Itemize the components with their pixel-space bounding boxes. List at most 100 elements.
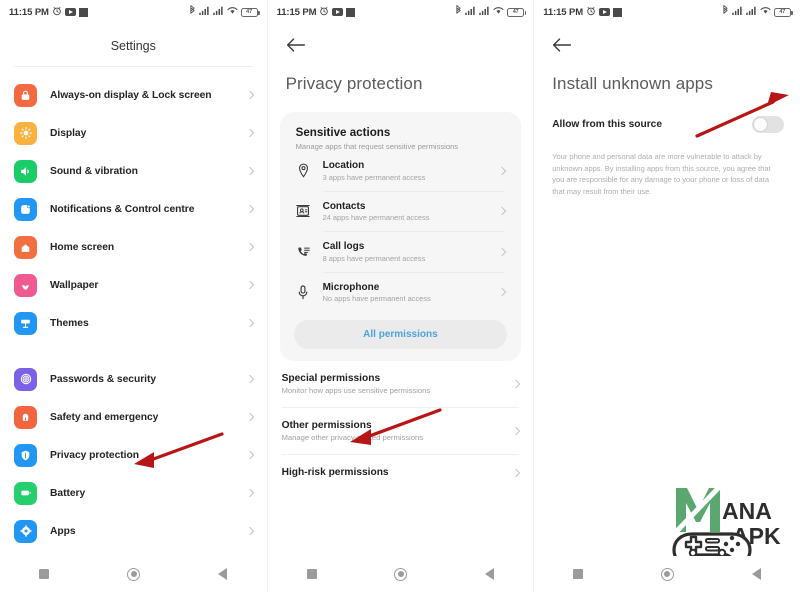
warning-text: Your phone and personal data are more vu…	[552, 152, 771, 196]
panel-install-unknown-apps: 11:15 PM 47 Install unknown apps Allow f…	[533, 0, 800, 592]
section-other-permissions[interactable]: Other permissions Manage other privacy-r…	[268, 408, 534, 454]
bluetooth-icon	[722, 5, 729, 19]
chevron-right-icon	[245, 90, 254, 100]
chevron-right-icon	[511, 426, 521, 436]
sidebar-item-notifications[interactable]: Notifications & Control centre	[0, 190, 267, 228]
section-subtitle: Monitor how apps use sensitive permissio…	[281, 386, 431, 395]
sidebar-item-wallpaper[interactable]: Wallpaper	[0, 266, 267, 304]
sidebar-item-privacy-protection[interactable]: Privacy protection	[0, 436, 267, 474]
chevron-right-icon	[245, 488, 254, 498]
sidebar-item-label: Notifications & Control centre	[50, 203, 195, 215]
wifi-icon	[760, 6, 771, 18]
chevron-right-icon	[245, 412, 254, 422]
permission-title: Location	[322, 160, 365, 171]
microphone-icon	[296, 285, 311, 300]
permission-subtitle: 3 apps have permanent access	[322, 172, 426, 182]
permission-title: Microphone	[322, 281, 380, 293]
section-title: Other permissions	[281, 420, 372, 431]
back-button[interactable]	[534, 24, 800, 58]
chevron-right-icon	[511, 379, 521, 389]
navigation-bar	[0, 556, 267, 592]
fingerprint-icon	[14, 367, 37, 391]
chevron-right-icon	[245, 242, 254, 252]
status-bar-left: 11:15 PM	[9, 6, 88, 19]
status-bar-right: 47	[189, 5, 260, 19]
panel-settings: 11:15 PM 47 Settings Always-on display &…	[0, 0, 267, 592]
all-permissions-button[interactable]: All permissions	[293, 320, 508, 349]
apps-gear-icon	[14, 519, 37, 543]
alarm-icon	[586, 6, 596, 19]
video-icon	[332, 8, 344, 16]
sidebar-item-apps[interactable]: Apps	[0, 512, 267, 550]
wallpaper-icon	[14, 273, 37, 297]
sidebar-item-display[interactable]: Display	[0, 114, 267, 152]
sidebar-item-passwords-security[interactable]: Passwords & security	[0, 360, 267, 398]
allow-from-this-source-row[interactable]: Allow from this source	[534, 94, 800, 133]
chevron-right-icon	[245, 204, 254, 214]
sidebar-item-themes[interactable]: Themes	[0, 304, 267, 342]
status-time: 11:15 PM	[276, 6, 317, 18]
recents-square-icon[interactable]	[39, 569, 50, 579]
sidebar-item-battery[interactable]: Battery	[0, 474, 267, 512]
toggle-knob	[753, 118, 767, 131]
section-high-risk-permissions[interactable]: High-risk permissions	[268, 455, 534, 490]
wifi-icon	[493, 6, 504, 18]
watermark-text-top: ANA	[722, 498, 772, 524]
home-circle-icon[interactable]	[660, 567, 674, 581]
sidebar-item-label: Always-on display & Lock screen	[50, 89, 212, 101]
permission-row-location[interactable]: Location 3 apps have permanent access	[280, 151, 522, 191]
back-arrow-icon	[553, 38, 572, 52]
sidebar-item-always-on-display[interactable]: Always-on display & Lock screen	[0, 76, 267, 114]
allow-source-toggle[interactable]	[751, 116, 784, 133]
recents-square-icon[interactable]	[573, 569, 584, 579]
back-arrow-icon	[286, 38, 305, 52]
section-special-permissions[interactable]: Special permissions Monitor how apps use…	[268, 361, 534, 407]
chevron-right-icon	[497, 207, 507, 216]
section-subtitle: Manage other privacy-related permissions	[281, 433, 423, 442]
home-circle-icon[interactable]	[394, 567, 408, 581]
battery-icon: 47	[507, 7, 527, 17]
back-triangle-icon[interactable]	[218, 568, 228, 580]
status-bar: 11:15 PM 47	[0, 0, 267, 24]
permission-row-contacts[interactable]: Contacts 24 apps have permanent access	[280, 192, 522, 232]
back-triangle-icon[interactable]	[751, 568, 761, 580]
sidebar-item-label: Themes	[50, 317, 89, 329]
status-bar-left: 11:15 PM	[543, 6, 623, 19]
signal-icon-1	[732, 6, 743, 18]
status-bar: 11:15 PM 47	[534, 0, 800, 24]
chevron-right-icon	[245, 166, 254, 176]
wifi-icon	[227, 6, 238, 18]
sidebar-item-home-screen[interactable]: Home screen	[0, 228, 267, 266]
permission-subtitle: 24 apps have permanent access	[322, 213, 430, 222]
sidebar-item-label: Wallpaper	[50, 279, 99, 291]
alarm-icon	[52, 6, 62, 19]
page-title: Settings	[110, 39, 156, 53]
permission-row-call-logs[interactable]: Call logs 8 apps have permanent access	[280, 232, 522, 272]
chevron-right-icon	[497, 288, 507, 297]
sidebar-item-safety-emergency[interactable]: Safety and emergency	[0, 398, 267, 436]
status-bar-right: 47	[722, 5, 793, 19]
home-circle-icon[interactable]	[127, 567, 141, 581]
sidebar-item-label: Home screen	[50, 241, 115, 253]
themes-icon	[14, 311, 37, 335]
sensitive-actions-card: Sensitive actions Manage apps that reque…	[279, 112, 522, 361]
section-title: High-risk permissions	[281, 467, 389, 478]
status-bar-left: 11:15 PM	[277, 6, 356, 19]
permission-title: Contacts	[322, 200, 366, 212]
recents-square-icon[interactable]	[306, 569, 317, 579]
chevron-right-icon	[245, 374, 254, 384]
back-button[interactable]	[268, 24, 534, 58]
permission-subtitle: 8 apps have permanent access	[322, 253, 426, 263]
video-icon	[64, 8, 76, 16]
back-triangle-icon[interactable]	[485, 568, 495, 580]
sidebar-item-sound-vibration[interactable]: Sound & vibration	[0, 152, 267, 190]
page-title: Privacy protection	[285, 74, 423, 93]
alarm-icon	[319, 6, 329, 19]
emergency-icon	[14, 405, 37, 429]
status-bar-right: 47	[455, 5, 527, 19]
permission-row-microphone[interactable]: Microphone No apps have permanent access	[280, 273, 522, 313]
contacts-icon	[296, 204, 311, 218]
sidebar-item-label: Privacy protection	[50, 449, 139, 461]
battery-icon: 47	[240, 7, 260, 17]
card-title: Sensitive actions	[295, 126, 391, 139]
